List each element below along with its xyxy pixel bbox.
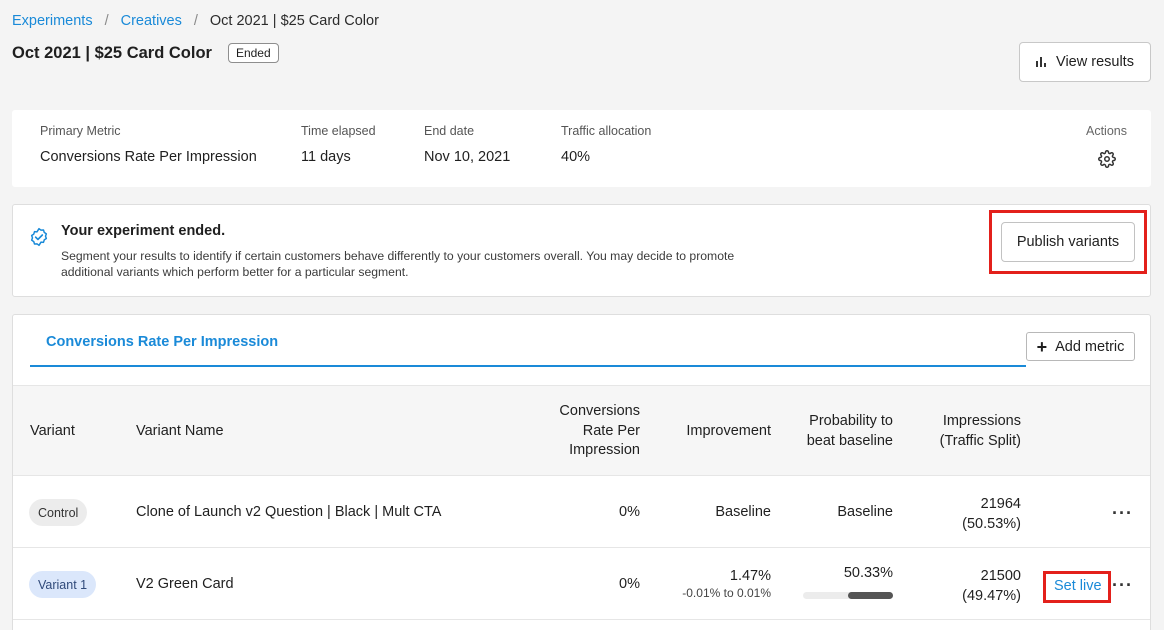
more-options-icon[interactable]: ··· <box>1112 504 1133 522</box>
column-header-impressions: Impressions (Traffic Split) <box>939 413 1021 449</box>
traffic-split-value: (50.53%) <box>962 516 1021 532</box>
time-elapsed-label: Time elapsed <box>301 124 376 138</box>
end-date-value: Nov 10, 2021 <box>424 149 511 165</box>
breadcrumb-separator: / <box>104 13 109 29</box>
tab-conversions-rate[interactable]: Conversions Rate Per Impression <box>46 334 278 350</box>
conversions-value: 0% <box>619 576 640 592</box>
column-header-probability: Probability to beat baseline <box>806 413 893 449</box>
traffic-allocation-value: 40% <box>561 149 591 165</box>
time-elapsed-value: 11 days <box>301 149 351 165</box>
breadcrumb-current: Oct 2021 | $25 Card Color <box>209 13 379 29</box>
actions-label: Actions <box>1086 124 1127 138</box>
results-panel: Conversions Rate Per Impression + Add me… <box>12 314 1151 630</box>
table-row: Variant 1 V2 Green Card 0% 1.47% -0.01% … <box>13 548 1150 620</box>
view-results-label: View results <box>1056 54 1134 70</box>
tab-underline <box>30 365 1026 367</box>
experiment-summary: Primary Metric Conversions Rate Per Impr… <box>12 110 1151 187</box>
check-badge-icon <box>30 227 48 247</box>
table-header: Variant Variant Name Conversions Rate Pe… <box>13 385 1150 476</box>
probability-bar <box>803 592 893 599</box>
status-badge: Ended <box>227 43 279 63</box>
breadcrumb-experiments-link[interactable]: Experiments <box>12 13 93 29</box>
impressions-cell: 21964 (50.53%) <box>962 494 1021 534</box>
primary-metric-value: Conversions Rate Per Impression <box>40 149 257 165</box>
breadcrumb-creatives-link[interactable]: Creatives <box>121 13 182 29</box>
notice-body: Segment your results to identify if cert… <box>61 249 735 279</box>
conversions-value: 0% <box>619 504 640 520</box>
primary-metric-label: Primary Metric <box>40 124 121 138</box>
page-title: Oct 2021 | $25 Card Color <box>12 43 212 62</box>
variant-pill-variant-1: Variant 1 <box>29 571 97 598</box>
bar-chart-icon <box>1036 57 1047 67</box>
set-live-link[interactable]: Set live <box>1054 578 1102 594</box>
breadcrumb-separator: / <box>193 13 198 29</box>
column-header-conversions: Conversions Rate Per Impression <box>559 403 640 458</box>
column-header-variant: Variant <box>30 423 75 439</box>
probability-value: 50.33% <box>843 565 893 581</box>
more-options-icon[interactable]: ··· <box>1112 576 1133 594</box>
view-results-button[interactable]: View results <box>1019 42 1151 82</box>
publish-variants-button[interactable]: Publish variants <box>1001 222 1135 262</box>
breadcrumb: Experiments / Creatives / Oct 2021 | $25… <box>12 13 379 29</box>
primary-metric: Primary Metric Conversions Rate Per Impr… <box>40 124 257 165</box>
gear-icon[interactable] <box>1097 150 1116 168</box>
time-elapsed: Time elapsed 11 days <box>301 124 376 165</box>
end-date: End date Nov 10, 2021 <box>424 124 510 165</box>
notice-title: Your experiment ended. <box>61 223 226 239</box>
improvement-value: 1.47% <box>729 568 771 584</box>
title-row: Oct 2021 | $25 Card Color Ended <box>12 43 279 63</box>
add-metric-label: Add metric <box>1055 338 1125 355</box>
experiment-ended-notice: Your experiment ended. Segment your resu… <box>12 204 1151 297</box>
improvement-value: Baseline <box>715 504 771 520</box>
column-header-variant-name: Variant Name <box>136 423 224 439</box>
column-header-improvement: Improvement <box>686 423 771 439</box>
impressions-cell: 21500 (49.47%) <box>962 566 1021 606</box>
actions: Actions <box>1086 124 1127 168</box>
improvement-cell: 1.47% -0.01% to 0.01% <box>682 568 771 600</box>
probability-bar-fill <box>848 592 893 599</box>
improvement-range: -0.01% to 0.01% <box>682 586 771 600</box>
variant-name: V2 Green Card <box>136 576 234 592</box>
variant-name: Clone of Launch v2 Question | Black | Mu… <box>136 504 442 520</box>
traffic-allocation: Traffic allocation 40% <box>561 124 651 165</box>
variant-pill-control: Control <box>29 499 88 526</box>
table-row: Control Clone of Launch v2 Question | Bl… <box>13 476 1150 548</box>
impressions-value: 21964 <box>980 496 1021 512</box>
probability-value: Baseline <box>837 504 893 520</box>
impressions-value: 21500 <box>980 568 1021 584</box>
plus-icon: + <box>1036 336 1048 357</box>
end-date-label: End date <box>424 124 475 138</box>
add-metric-button[interactable]: + Add metric <box>1026 332 1135 361</box>
traffic-allocation-label: Traffic allocation <box>561 124 652 138</box>
traffic-split-value: (49.47%) <box>962 588 1021 604</box>
